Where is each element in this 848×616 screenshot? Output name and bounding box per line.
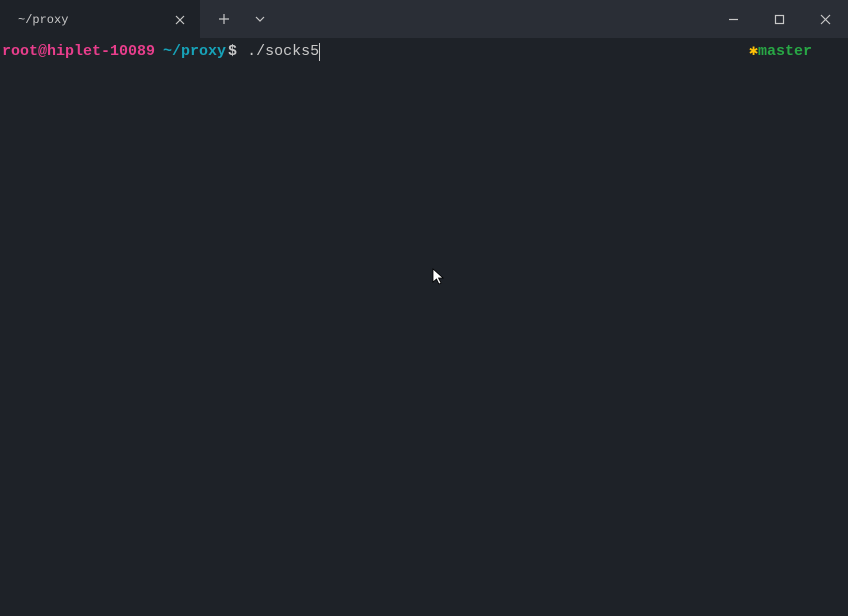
chevron-down-icon: [255, 16, 265, 22]
maximize-icon: [774, 14, 785, 25]
close-tab-button[interactable]: [172, 12, 188, 28]
prompt-line: root@hiplet-10089 ~/proxy $ ./socks5 ✱ma…: [2, 42, 848, 62]
terminal-content[interactable]: root@hiplet-10089 ~/proxy $ ./socks5 ✱ma…: [0, 38, 848, 616]
tab-actions: [200, 0, 276, 38]
close-window-button[interactable]: [802, 0, 848, 38]
maximize-button[interactable]: [756, 0, 802, 38]
branch-name: master: [758, 43, 812, 60]
prompt-left: root@hiplet-10089 ~/proxy $ ./socks5: [2, 42, 320, 62]
tab-proxy[interactable]: ~/proxy: [0, 0, 200, 38]
tabs-section: ~/proxy: [0, 0, 276, 38]
branch-dirty-indicator: ✱: [749, 43, 758, 60]
prompt-path: ~/proxy: [163, 42, 226, 62]
minimize-icon: [728, 14, 739, 25]
mouse-cursor: [432, 268, 446, 293]
close-icon: [175, 15, 185, 25]
command-input: ./socks5: [247, 42, 319, 62]
new-tab-button[interactable]: [208, 3, 240, 35]
titlebar: ~/proxy: [0, 0, 848, 38]
minimize-button[interactable]: [710, 0, 756, 38]
plus-icon: [218, 13, 230, 25]
prompt-symbol: $: [228, 42, 237, 62]
close-icon: [820, 14, 831, 25]
prompt-user-host: root@hiplet-10089: [2, 42, 155, 62]
tab-title: ~/proxy: [18, 13, 68, 27]
text-cursor: [319, 43, 320, 61]
window-controls: [710, 0, 848, 38]
git-branch-info: ✱master: [749, 42, 812, 62]
tab-dropdown-button[interactable]: [244, 3, 276, 35]
